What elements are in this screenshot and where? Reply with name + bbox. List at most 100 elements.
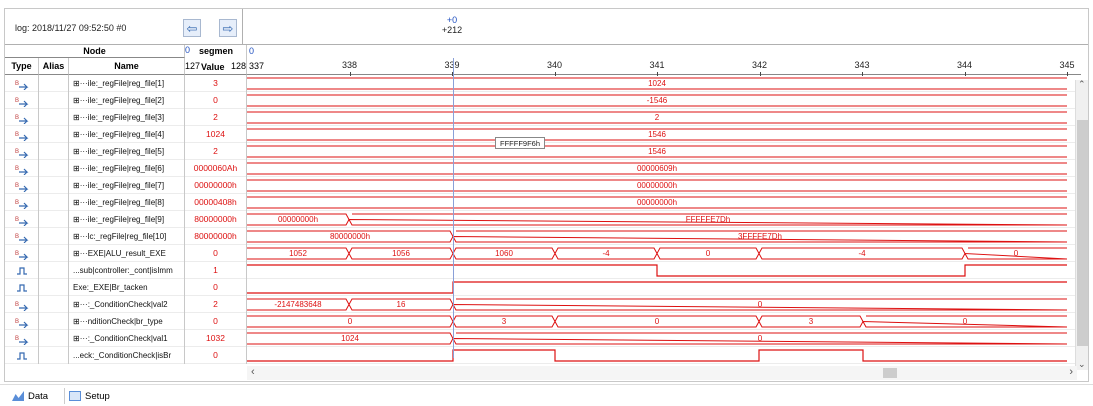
horizontal-scrollbar[interactable]: ‹ › bbox=[247, 366, 1077, 380]
signal-alias bbox=[39, 262, 69, 279]
signal-waveform[interactable]: 1546 bbox=[247, 126, 1067, 143]
scroll-left-icon[interactable]: ‹ bbox=[251, 366, 255, 378]
signal-waveform[interactable]: 0 3 0 3 0 bbox=[247, 313, 1067, 330]
bit-trace bbox=[247, 349, 1067, 362]
bus-segment-value: 00000000h bbox=[277, 215, 319, 224]
signal-row[interactable]: B ⊞···ile:_regFile|reg_file[9] 80000000h 00… bbox=[5, 211, 1081, 228]
signal-name[interactable]: ⊞···ile:_regFile|reg_file[4] bbox=[69, 126, 185, 143]
signal-row[interactable]: B ⊞···ile:_regFile|reg_file[8] 00000408h 00… bbox=[5, 194, 1081, 211]
prev-arrow-icon[interactable]: ⇦ bbox=[183, 19, 201, 37]
signal-name[interactable]: ...sub|controller:_cont|isImm bbox=[69, 262, 185, 279]
signal-alias bbox=[39, 92, 69, 109]
signal-row[interactable]: ...sub|controller:_cont|isImm 1 bbox=[5, 262, 1081, 279]
svg-text:B: B bbox=[15, 251, 19, 257]
signal-waveform[interactable] bbox=[247, 347, 1067, 364]
signal-row[interactable]: B ⊞···:_ConditionCheck|val2 2 -2147483648 16… bbox=[5, 296, 1081, 313]
signal-type-icon: B bbox=[5, 75, 39, 92]
svg-text:B: B bbox=[15, 200, 19, 206]
signal-name[interactable]: ⊞···ile:_regFile|reg_file[6] bbox=[69, 160, 185, 177]
signal-row[interactable]: B ⊞···ile:_regFile|reg_file[3] 2 2 bbox=[5, 109, 1081, 126]
signal-row[interactable]: B ⊞···ile:_regFile|reg_file[2] 0 -1546 bbox=[5, 92, 1081, 109]
signal-alias bbox=[39, 313, 69, 330]
log-label: log: 2018/11/27 09:52:50 #0 bbox=[15, 23, 127, 33]
bus-segment-value: 1546 bbox=[648, 147, 666, 156]
svg-text:B: B bbox=[15, 81, 19, 87]
tab-setup[interactable]: Setup bbox=[64, 388, 114, 404]
signal-type-icon: B bbox=[5, 228, 39, 245]
signal-row[interactable]: B ⊞···EXE|ALU_result_EXE 0 1052 1056 1060 -4 0-… bbox=[5, 245, 1081, 262]
signal-alias bbox=[39, 126, 69, 143]
bus-segment-value: 00000000h bbox=[636, 181, 678, 190]
signal-type-icon: B bbox=[5, 177, 39, 194]
tick-label: 340 bbox=[546, 60, 563, 70]
tick-label: 339 bbox=[444, 60, 460, 70]
svg-text:B: B bbox=[15, 183, 19, 189]
signal-row[interactable]: B ⊞···:_ConditionCheck|val1 1032 1024 0 bbox=[5, 330, 1081, 347]
signal-row[interactable]: B ⊞···lc:_regFile|reg_file[10] 80000000h 80… bbox=[5, 228, 1081, 245]
signal-row[interactable]: B ⊞···ile:_regFile|reg_file[1] 3 1024 bbox=[5, 75, 1081, 92]
signal-waveform[interactable]: 1024 0 bbox=[247, 330, 1067, 347]
bus-segment-value: 0 bbox=[757, 300, 763, 309]
bus-segment-value: 1546 bbox=[648, 130, 666, 139]
signal-name[interactable]: ⊞···ile:_regFile|reg_file[5] bbox=[69, 143, 185, 160]
value-tooltip: FFFFF9F6h bbox=[495, 137, 546, 149]
scroll-up-icon[interactable]: ⌃ bbox=[1078, 79, 1086, 90]
signal-waveform[interactable]: 00000000h bbox=[247, 194, 1067, 211]
signal-row[interactable]: ...eck:_ConditionCheck|isBr 0 bbox=[5, 347, 1081, 364]
tab-data[interactable]: Data bbox=[8, 388, 52, 404]
signal-row[interactable]: B ⊞···ile:_regFile|reg_file[6] 0000060Ah 00… bbox=[5, 160, 1081, 177]
signal-name[interactable]: Exe:_EXE|Br_tacken bbox=[69, 279, 185, 296]
bus-segment-value: 0 bbox=[757, 334, 763, 343]
value-header[interactable]: 0 segmen 127 Value 128 bbox=[185, 45, 247, 75]
signal-row[interactable]: Exe:_EXE|Br_tacken 0 bbox=[5, 279, 1081, 296]
signal-waveform[interactable]: -2147483648 16 0 bbox=[247, 296, 1067, 313]
signal-alias bbox=[39, 347, 69, 364]
signal-row[interactable]: B ⊞···nditionCheck|br_type 0 0 3 0 3 0 bbox=[5, 313, 1081, 330]
name-header[interactable]: Name bbox=[69, 58, 185, 75]
alias-header[interactable]: Alias bbox=[39, 58, 69, 75]
signal-type-icon: B bbox=[5, 160, 39, 177]
data-tab-icon bbox=[12, 391, 24, 401]
signal-waveform[interactable]: 80000000h 3FFFFE7Dh bbox=[247, 228, 1067, 245]
signal-name[interactable]: ⊞···ile:_regFile|reg_file[9] bbox=[69, 211, 185, 228]
signal-value: 2 bbox=[185, 296, 247, 313]
signal-name[interactable]: ⊞···nditionCheck|br_type bbox=[69, 313, 185, 330]
time-ticks: 338 339 340 341 342 343 344 345 bbox=[247, 58, 1075, 76]
bus-segment-value: 16 bbox=[396, 300, 406, 309]
scroll-down-icon[interactable]: ⌄ bbox=[1078, 359, 1086, 370]
vertical-scrollbar[interactable]: ⌃ ⌄ bbox=[1075, 79, 1088, 370]
signal-waveform[interactable]: 00000000h FFFFFE7Dh bbox=[247, 211, 1067, 228]
signal-waveform[interactable] bbox=[247, 262, 1067, 279]
signal-waveform[interactable]: 00000609h bbox=[247, 160, 1067, 177]
signal-waveform[interactable]: 1546 bbox=[247, 143, 1067, 160]
signal-waveform[interactable]: 1052 1056 1060 -4 0 -4 0 bbox=[247, 245, 1067, 262]
time-cursor[interactable] bbox=[453, 58, 454, 358]
svg-text:B: B bbox=[15, 302, 19, 308]
signal-name[interactable]: ⊞···:_ConditionCheck|val2 bbox=[69, 296, 185, 313]
signal-alias bbox=[39, 245, 69, 262]
signal-name[interactable]: ⊞···ile:_regFile|reg_file[8] bbox=[69, 194, 185, 211]
signal-name[interactable]: ⊞···ile:_regFile|reg_file[1] bbox=[69, 75, 185, 92]
tick-label: 342 bbox=[751, 60, 768, 70]
signal-type-icon: B bbox=[5, 313, 39, 330]
value-head-bottom: Value bbox=[201, 62, 225, 72]
signal-waveform[interactable]: 2 bbox=[247, 109, 1067, 126]
signal-name[interactable]: ⊞···ile:_regFile|reg_file[3] bbox=[69, 109, 185, 126]
signal-alias bbox=[39, 279, 69, 296]
signal-waveform[interactable]: 00000000h bbox=[247, 177, 1067, 194]
vertical-scroll-thumb[interactable] bbox=[1077, 120, 1088, 346]
signal-name[interactable]: ...eck:_ConditionCheck|isBr bbox=[69, 347, 185, 364]
type-header[interactable]: Type bbox=[5, 58, 39, 75]
signal-row[interactable]: B ⊞···ile:_regFile|reg_file[7] 00000000h 00… bbox=[5, 177, 1081, 194]
horizontal-scroll-thumb[interactable] bbox=[883, 368, 897, 378]
signal-waveform[interactable] bbox=[247, 279, 1067, 296]
scroll-right-icon[interactable]: › bbox=[1069, 366, 1073, 378]
next-arrow-icon[interactable]: ⇨ bbox=[219, 19, 237, 37]
signal-name[interactable]: ⊞···ile:_regFile|reg_file[7] bbox=[69, 177, 185, 194]
signal-name[interactable]: ⊞···:_ConditionCheck|val1 bbox=[69, 330, 185, 347]
signal-name[interactable]: ⊞···ile:_regFile|reg_file[2] bbox=[69, 92, 185, 109]
signal-waveform[interactable]: -1546 bbox=[247, 92, 1067, 109]
signal-name[interactable]: ⊞···EXE|ALU_result_EXE bbox=[69, 245, 185, 262]
signal-waveform[interactable]: 1024 bbox=[247, 75, 1067, 92]
signal-name[interactable]: ⊞···lc:_regFile|reg_file[10] bbox=[69, 228, 185, 245]
